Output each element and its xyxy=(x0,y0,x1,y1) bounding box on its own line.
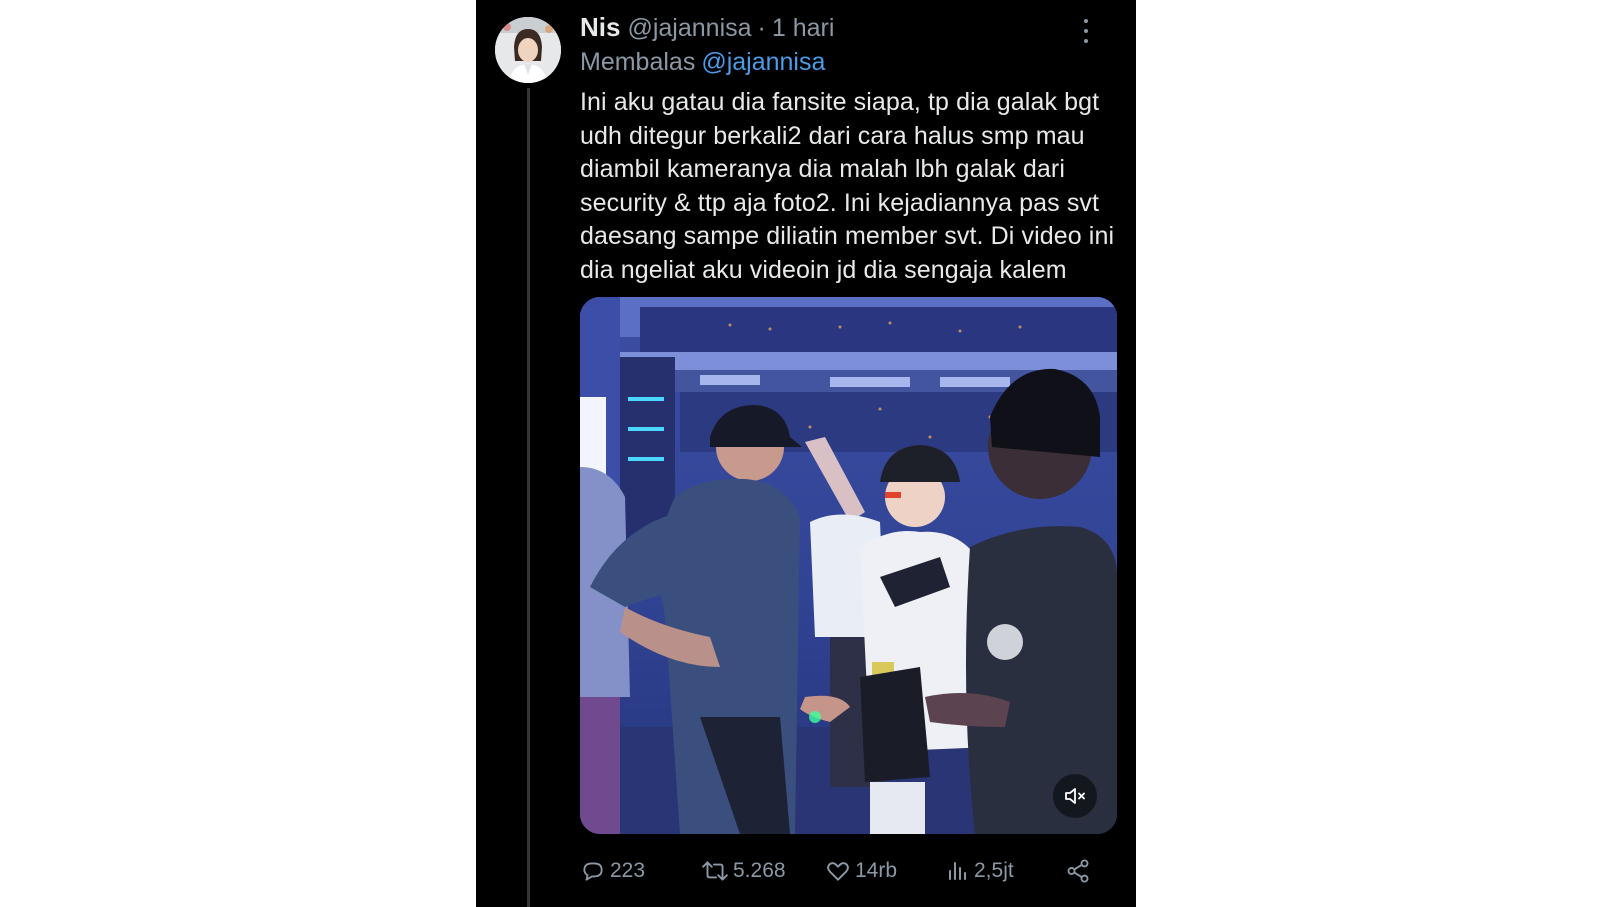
tweet-text: Ini aku gatau dia fansite siapa, tp dia … xyxy=(580,88,1115,284)
views-button[interactable]: 2,5jt xyxy=(946,854,1014,888)
tweet-header: Nis @jajannisa · 1 hari xyxy=(580,12,1120,46)
repost-icon xyxy=(702,861,728,881)
reply-mention-link[interactable]: @jajannisa xyxy=(701,48,825,76)
speaker-muted-icon xyxy=(1065,788,1085,804)
share-button[interactable] xyxy=(1065,854,1095,888)
views-count: 2,5jt xyxy=(974,859,1014,882)
action-bar: 223 5.268 14rb 2,5jt xyxy=(580,854,1110,888)
tweet-card: Nis @jajannisa · 1 hari Membalas @jajanni… xyxy=(476,0,1136,907)
separator-dot: · xyxy=(757,14,766,42)
reply-count: 223 xyxy=(610,859,646,882)
like-count: 14rb xyxy=(855,859,898,882)
avatar[interactable] xyxy=(495,17,561,83)
timestamp[interactable]: 1 hari xyxy=(772,14,835,43)
views-icon xyxy=(949,862,966,880)
repost-count: 5.268 xyxy=(733,859,786,882)
video-frame xyxy=(580,297,1117,834)
heart-icon xyxy=(827,862,849,881)
like-button[interactable]: 14rb xyxy=(825,854,897,888)
repost-button[interactable]: 5.268 xyxy=(701,854,786,888)
display-name[interactable]: Nis xyxy=(580,12,620,43)
avatar-image xyxy=(495,17,561,83)
share-icon xyxy=(1067,859,1089,883)
reply-button[interactable]: 223 xyxy=(580,854,645,888)
thread-line xyxy=(527,88,530,907)
mute-button[interactable] xyxy=(1053,774,1097,818)
user-handle[interactable]: @jajannisa xyxy=(627,14,751,43)
reply-label: Membalas xyxy=(580,48,696,76)
reply-icon xyxy=(583,862,603,881)
more-vertical-icon[interactable] xyxy=(1075,19,1097,43)
reply-context: Membalas @jajannisa xyxy=(580,48,825,77)
video-player[interactable] xyxy=(580,297,1117,834)
